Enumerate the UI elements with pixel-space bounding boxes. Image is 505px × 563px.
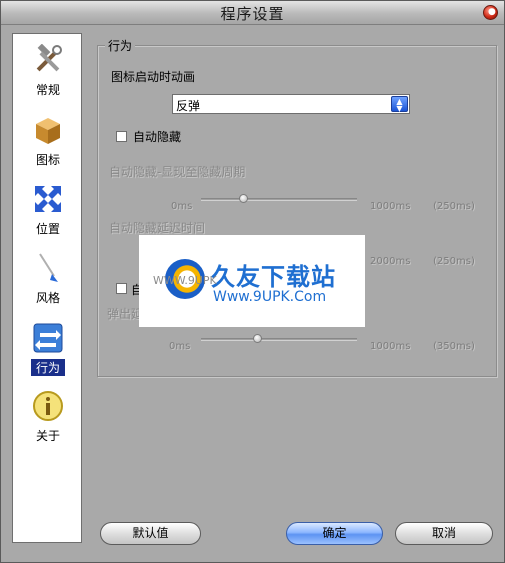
sidebar-item-label: 位置 [35, 222, 60, 236]
sidebar-item-behavior[interactable]: 行为 [13, 316, 83, 378]
package-box-icon [36, 118, 60, 144]
default-button[interactable]: 默认值 [100, 522, 201, 545]
sidebar-item-label: 图标 [35, 153, 60, 167]
watermark-title: 久友下载站 [211, 263, 336, 291]
sidebar-item-label: 风格 [35, 291, 60, 305]
bounce-delay-slider[interactable] [201, 338, 357, 341]
sidebar-item-about[interactable]: 关于 [13, 384, 83, 446]
bounce-delay-label: 弹出延 [107, 307, 144, 321]
sidebar-item-icons[interactable]: 图标 [13, 108, 83, 170]
autohide-cycle-slider-thumb[interactable] [239, 194, 248, 203]
select-updown-icon: ▲ ▼ [391, 96, 408, 113]
close-button[interactable]: ● [483, 5, 498, 20]
sidebar-item-label: 行为 [31, 359, 65, 376]
settings-window: 程序设置 ● 常规 图标 位置 风格 行为 关于 行为 图标启动时动画 反弹 ▲… [0, 0, 505, 563]
bounce-checkbox[interactable] [116, 283, 127, 294]
slider3-max-label: 1000ms [370, 341, 411, 352]
slider3-min-label: 0ms [169, 341, 191, 352]
autohide-cycle-slider[interactable] [201, 198, 357, 201]
window-title: 程序设置 [220, 5, 285, 23]
ok-button[interactable]: 确定 [286, 522, 383, 545]
slider1-min-label: 0ms [171, 201, 193, 212]
autohide-checkbox[interactable] [116, 131, 127, 142]
animation-label: 图标启动时动画 [111, 70, 196, 84]
animation-select-value: 反弹 [176, 99, 201, 113]
title-bar[interactable]: 程序设置 ● [1, 1, 504, 25]
autohide-cycle-label: 自动隐藏-显现至隐藏周期 [109, 165, 246, 179]
group-title: 行为 [105, 37, 136, 54]
cancel-button[interactable]: 取消 [395, 522, 493, 545]
autohide-label: 自动隐藏 [133, 130, 182, 144]
sidebar-item-label: 关于 [35, 429, 60, 443]
slider1-max-label: 1000ms [370, 201, 411, 212]
autohide-delay-label: 自动隐藏延迟时间 [109, 221, 206, 235]
sidebar-item-position[interactable]: 位置 [13, 177, 83, 239]
hammer-wrench-icon [36, 44, 62, 72]
animation-select[interactable]: 反弹 ▲ ▼ [172, 94, 410, 114]
slider2-max-label: 2000ms [370, 256, 411, 267]
watermark-small-url: WWW.9UPK [153, 274, 217, 287]
paintbrush-icon [39, 253, 58, 282]
slider2-value-label: (250ms) [433, 256, 475, 267]
behavior-arrows-icon [33, 323, 63, 353]
sidebar-item-label: 常规 [35, 83, 60, 97]
close-icon: ● [488, 7, 496, 17]
bounce-delay-slider-thumb[interactable] [253, 334, 262, 343]
sidebar-item-general[interactable]: 常规 [13, 38, 83, 100]
watermark-url: Www.9UPK.Com [213, 289, 327, 305]
slider1-value-label: (250ms) [433, 201, 475, 212]
move-arrows-icon [35, 186, 61, 212]
sidebar: 常规 图标 位置 风格 行为 关于 [12, 33, 82, 543]
info-icon [33, 391, 63, 421]
slider3-value-label: (350ms) [433, 341, 475, 352]
sidebar-item-style[interactable]: 风格 [13, 246, 83, 308]
